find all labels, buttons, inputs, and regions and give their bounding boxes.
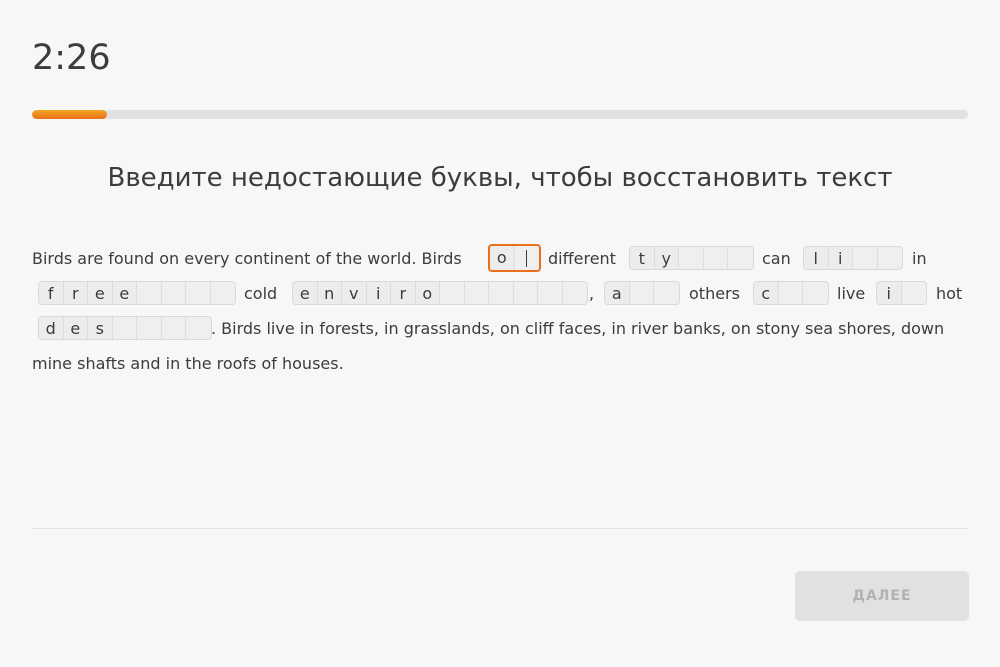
letter-cell[interactable]: d [39, 317, 64, 339]
letter-cell[interactable] [538, 282, 563, 304]
letter-cell[interactable] [901, 282, 926, 304]
letter-cell[interactable]: e [293, 282, 318, 304]
divider [32, 528, 968, 529]
passage-text: can [762, 249, 791, 268]
passage-text: in [912, 249, 927, 268]
letter-cell[interactable] [161, 317, 186, 339]
letter-cell[interactable] [186, 282, 211, 304]
letter-cell[interactable] [654, 282, 679, 304]
progress-bar [32, 110, 968, 119]
letter-cell[interactable] [562, 282, 587, 304]
letter-cell[interactable]: y [654, 247, 679, 269]
letter-cell[interactable] [137, 282, 162, 304]
letter-cell[interactable]: t [630, 247, 655, 269]
letter-cell[interactable] [161, 282, 186, 304]
passage-text: mine shafts and in the roofs of houses. [32, 354, 344, 373]
passage-text: Birds are found on every continent of th… [32, 249, 462, 268]
passage-text: live [837, 284, 866, 303]
passage-text: others [689, 284, 740, 303]
letter-cell[interactable] [877, 247, 902, 269]
passage: Birds are found on every continent of th… [32, 241, 968, 381]
passage-line: Birds are found on every continent of th… [32, 241, 968, 276]
letter-blank[interactable]: i [876, 281, 927, 305]
letter-cell[interactable]: o [490, 246, 515, 270]
letter-cell[interactable] [703, 247, 728, 269]
letter-blank[interactable]: c [753, 281, 829, 305]
letter-blank[interactable]: free [38, 281, 236, 305]
letter-cell[interactable]: r [391, 282, 416, 304]
letter-cell[interactable] [440, 282, 465, 304]
passage-line: mine shafts and in the roofs of houses. [32, 346, 968, 381]
letter-cell[interactable] [464, 282, 489, 304]
letter-cell[interactable] [186, 317, 211, 339]
letter-cell[interactable]: v [342, 282, 367, 304]
timer: 2:26 [32, 38, 111, 78]
letter-cell[interactable]: i [877, 282, 902, 304]
letter-cell[interactable] [514, 246, 539, 270]
letter-cell[interactable]: i [366, 282, 391, 304]
letter-cell[interactable] [778, 282, 803, 304]
passage-line: des . Birds live in forests, in grasslan… [32, 311, 968, 346]
letter-cell[interactable] [728, 247, 753, 269]
passage-text: hot [936, 284, 963, 303]
letter-cell[interactable] [137, 317, 162, 339]
letter-cell[interactable]: r [63, 282, 88, 304]
letter-cell[interactable] [513, 282, 538, 304]
letter-cell[interactable]: i [828, 247, 853, 269]
letter-cell[interactable]: e [112, 282, 137, 304]
letter-cell[interactable] [112, 317, 137, 339]
passage-text: different [548, 249, 616, 268]
letter-cell[interactable]: a [605, 282, 630, 304]
letter-cell[interactable] [853, 247, 878, 269]
letter-cell[interactable]: s [88, 317, 113, 339]
text-caret [526, 250, 528, 267]
letter-cell[interactable] [629, 282, 654, 304]
letter-cell[interactable]: e [63, 317, 88, 339]
letter-blank[interactable]: des [38, 316, 212, 340]
letter-blank[interactable]: li [803, 246, 903, 270]
passage-line: free cold enviro , a others c live i hot [32, 276, 968, 311]
letter-cell[interactable]: c [754, 282, 779, 304]
letter-blank[interactable]: enviro [292, 281, 588, 305]
letter-blank[interactable]: o [488, 244, 541, 272]
task-title: Введите недостающие буквы, чтобы восстан… [107, 163, 893, 193]
letter-cell[interactable] [679, 247, 704, 269]
letter-cell[interactable] [803, 282, 828, 304]
letter-cell[interactable]: o [415, 282, 440, 304]
letter-blank[interactable]: a [604, 281, 680, 305]
letter-cell[interactable] [489, 282, 514, 304]
passage-text: . Birds live in forests, in grasslands, … [211, 319, 945, 338]
passage-text: cold [244, 284, 278, 303]
letter-cell[interactable]: f [39, 282, 64, 304]
letter-cell[interactable]: n [317, 282, 342, 304]
letter-cell[interactable] [210, 282, 235, 304]
next-button[interactable]: ДАЛЕЕ [795, 571, 969, 621]
passage-text: , [589, 284, 595, 303]
letter-cell[interactable]: e [88, 282, 113, 304]
letter-cell[interactable]: l [804, 247, 829, 269]
progress-fill [32, 110, 107, 119]
letter-blank[interactable]: ty [629, 246, 754, 270]
